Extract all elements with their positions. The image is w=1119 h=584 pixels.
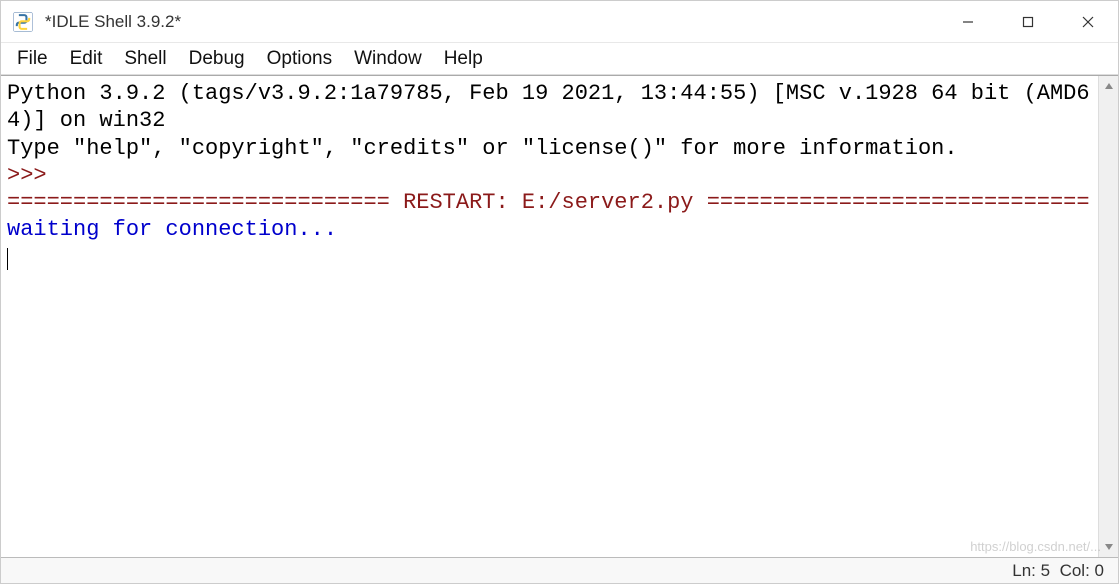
text-cursor bbox=[7, 248, 8, 270]
status-col-value: 0 bbox=[1095, 561, 1104, 581]
status-ln-label: Ln: bbox=[1012, 561, 1036, 581]
content-area: Python 3.9.2 (tags/v3.9.2:1a79785, Feb 1… bbox=[1, 75, 1118, 557]
restart-banner: ============================= RESTART: E… bbox=[7, 190, 1090, 215]
menu-shell[interactable]: Shell bbox=[114, 46, 176, 72]
close-button[interactable] bbox=[1058, 1, 1118, 42]
scroll-down-arrow-icon[interactable] bbox=[1099, 537, 1118, 557]
menu-file[interactable]: File bbox=[7, 46, 58, 72]
scroll-up-arrow-icon[interactable] bbox=[1099, 76, 1118, 96]
menu-debug[interactable]: Debug bbox=[179, 46, 255, 72]
menu-help[interactable]: Help bbox=[434, 46, 493, 72]
shell-prompt: >>> bbox=[7, 163, 60, 188]
status-col-label: Col: bbox=[1060, 561, 1090, 581]
maximize-button[interactable] bbox=[998, 1, 1058, 42]
python-idle-icon bbox=[11, 10, 35, 34]
program-output-line: waiting for connection... bbox=[7, 217, 337, 242]
menubar: File Edit Shell Debug Options Window Hel… bbox=[1, 43, 1118, 75]
python-banner-line1: Python 3.9.2 (tags/v3.9.2:1a79785, Feb 1… bbox=[7, 81, 1090, 133]
status-ln-value: 5 bbox=[1041, 561, 1050, 581]
window-title: *IDLE Shell 3.9.2* bbox=[45, 12, 938, 32]
vertical-scrollbar[interactable] bbox=[1098, 76, 1118, 557]
statusbar: Ln: 5 Col: 0 bbox=[1, 557, 1118, 583]
menu-options[interactable]: Options bbox=[257, 46, 342, 72]
python-banner-line2: Type "help", "copyright", "credits" or "… bbox=[7, 136, 958, 161]
minimize-button[interactable] bbox=[938, 1, 998, 42]
menu-edit[interactable]: Edit bbox=[60, 46, 113, 72]
menu-window[interactable]: Window bbox=[344, 46, 432, 72]
shell-text-area[interactable]: Python 3.9.2 (tags/v3.9.2:1a79785, Feb 1… bbox=[1, 76, 1098, 557]
window-controls bbox=[938, 1, 1118, 42]
titlebar: *IDLE Shell 3.9.2* bbox=[1, 1, 1118, 43]
